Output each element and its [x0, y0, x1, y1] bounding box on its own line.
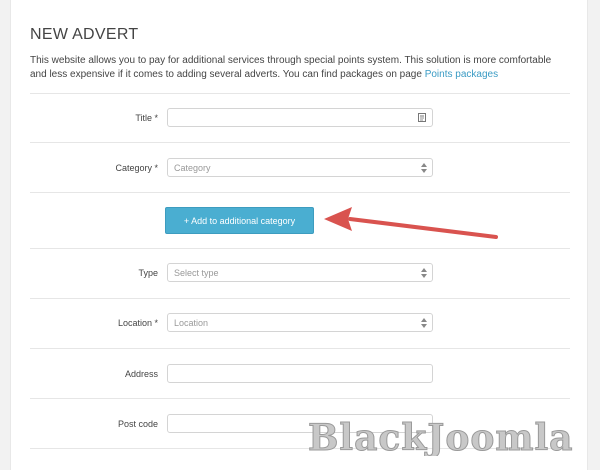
chevron-updown-icon — [421, 267, 427, 279]
category-placeholder: Category — [174, 163, 211, 173]
row-divider — [30, 398, 570, 399]
chevron-updown-icon — [421, 317, 427, 329]
add-additional-category-button[interactable]: + Add to additional category — [165, 207, 314, 234]
blackjoomla-watermark: BlackJoomla — [308, 417, 573, 457]
address-input[interactable] — [167, 364, 433, 383]
row-divider — [30, 348, 570, 349]
intro-text: This website allows you to pay for addit… — [30, 54, 570, 82]
calendar-icon — [418, 113, 426, 122]
location-select[interactable]: Location — [167, 313, 433, 332]
watermark-text: BlackJoomla — [308, 417, 573, 456]
type-select[interactable]: Select type — [167, 263, 433, 282]
chevron-updown-icon — [421, 162, 427, 174]
row-divider — [30, 298, 570, 299]
annotation-arrow — [324, 207, 498, 239]
location-placeholder: Location — [174, 318, 209, 328]
title-input[interactable] — [167, 108, 433, 127]
category-label: Category * — [115, 163, 158, 173]
title-label: Title * — [135, 113, 158, 123]
row-divider — [30, 192, 570, 193]
address-label: Address — [124, 369, 158, 379]
type-label: Type — [138, 268, 158, 278]
page-title: NEW ADVERT — [30, 26, 139, 43]
points-packages-link[interactable]: Points packages — [425, 69, 498, 80]
row-divider — [30, 248, 570, 249]
location-label: Location * — [117, 318, 158, 328]
postcode-label: Post code — [117, 419, 158, 429]
row-divider — [30, 93, 570, 94]
type-placeholder: Select type — [174, 268, 219, 278]
category-select[interactable]: Category — [167, 158, 433, 177]
row-divider — [30, 142, 570, 143]
